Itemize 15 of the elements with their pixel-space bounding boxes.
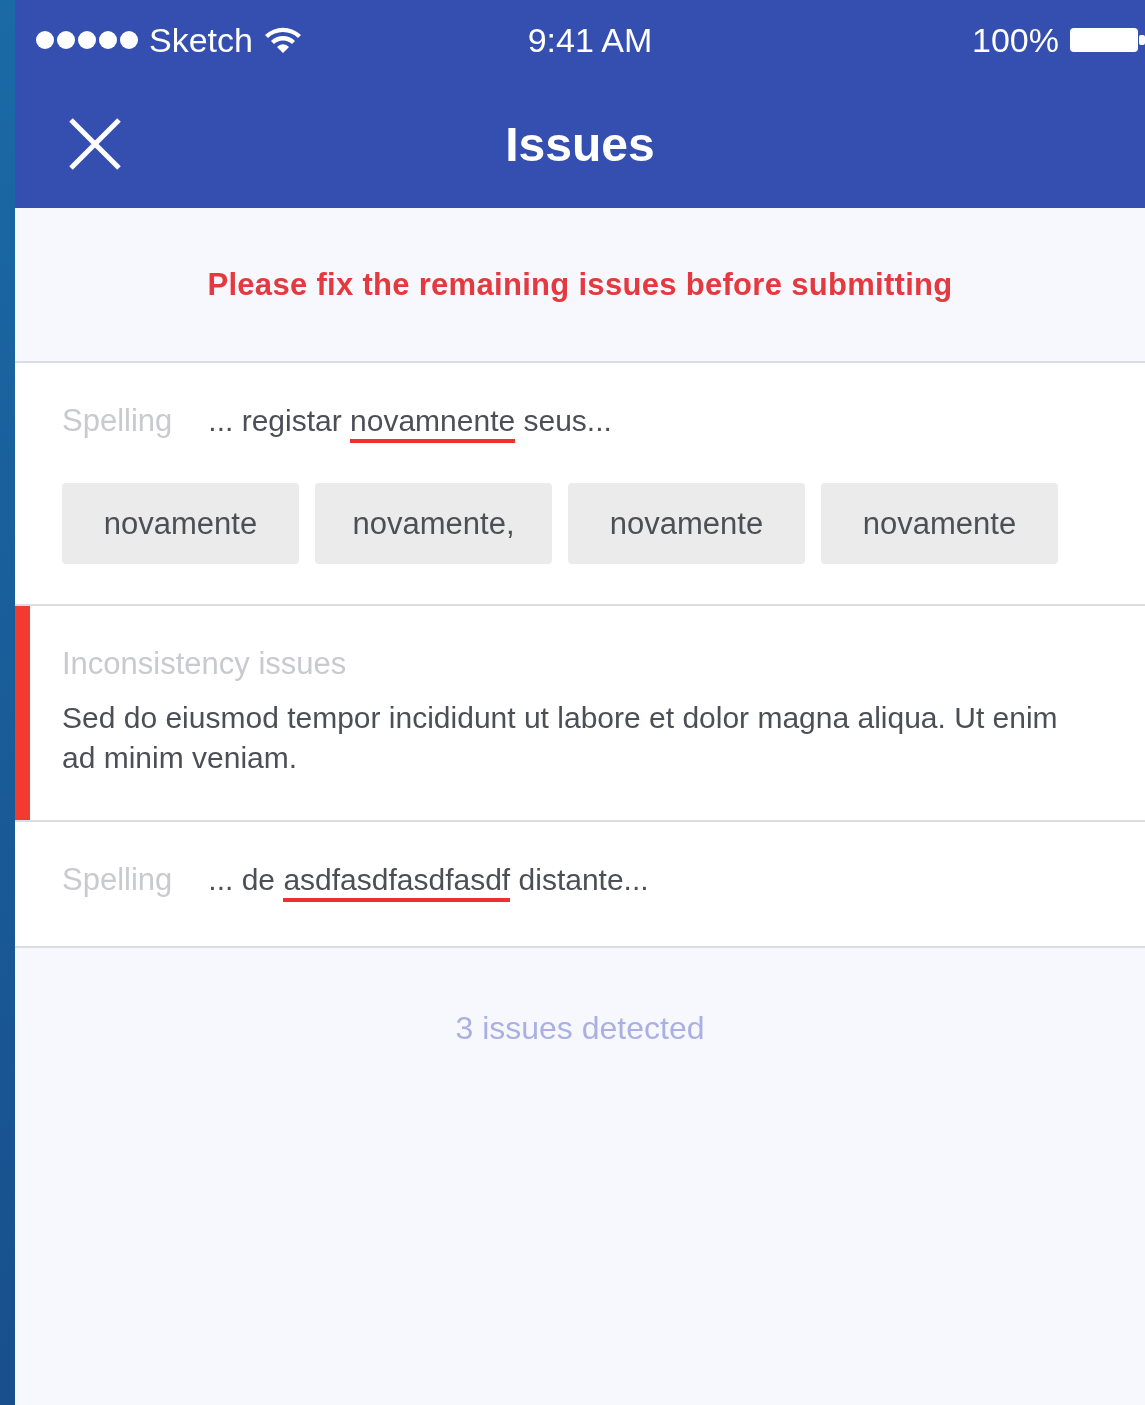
issues-count: 3 issues detected [455, 1010, 705, 1047]
issue-description: Sed do eiusmod tempor incididunt ut labore et dolor magna aliqua. Ut enim ad minim veniam. [62, 700, 1059, 776]
issue-excerpt: ... registar novamnente seus... [208, 403, 612, 447]
battery-icon [1069, 26, 1145, 54]
suggestion-chip[interactable]: novamente, [315, 483, 552, 564]
suggestion-chip[interactable]: novamente [821, 483, 1058, 564]
carrier-name: Sketch [149, 20, 253, 60]
issue-excerpt: ... de asdfasdfasdfasdf distante... [208, 862, 649, 906]
suggestion-chip[interactable]: novamente [568, 483, 805, 564]
battery-percent: 100% [972, 20, 1059, 60]
suggestion-chip[interactable]: novamente [62, 483, 299, 564]
signal-icon [35, 30, 139, 50]
status-time: 9:41 AM [527, 20, 653, 60]
warning-message: Please fix the remaining issues before submitting [207, 266, 953, 303]
screen-title: Issues [505, 116, 655, 172]
